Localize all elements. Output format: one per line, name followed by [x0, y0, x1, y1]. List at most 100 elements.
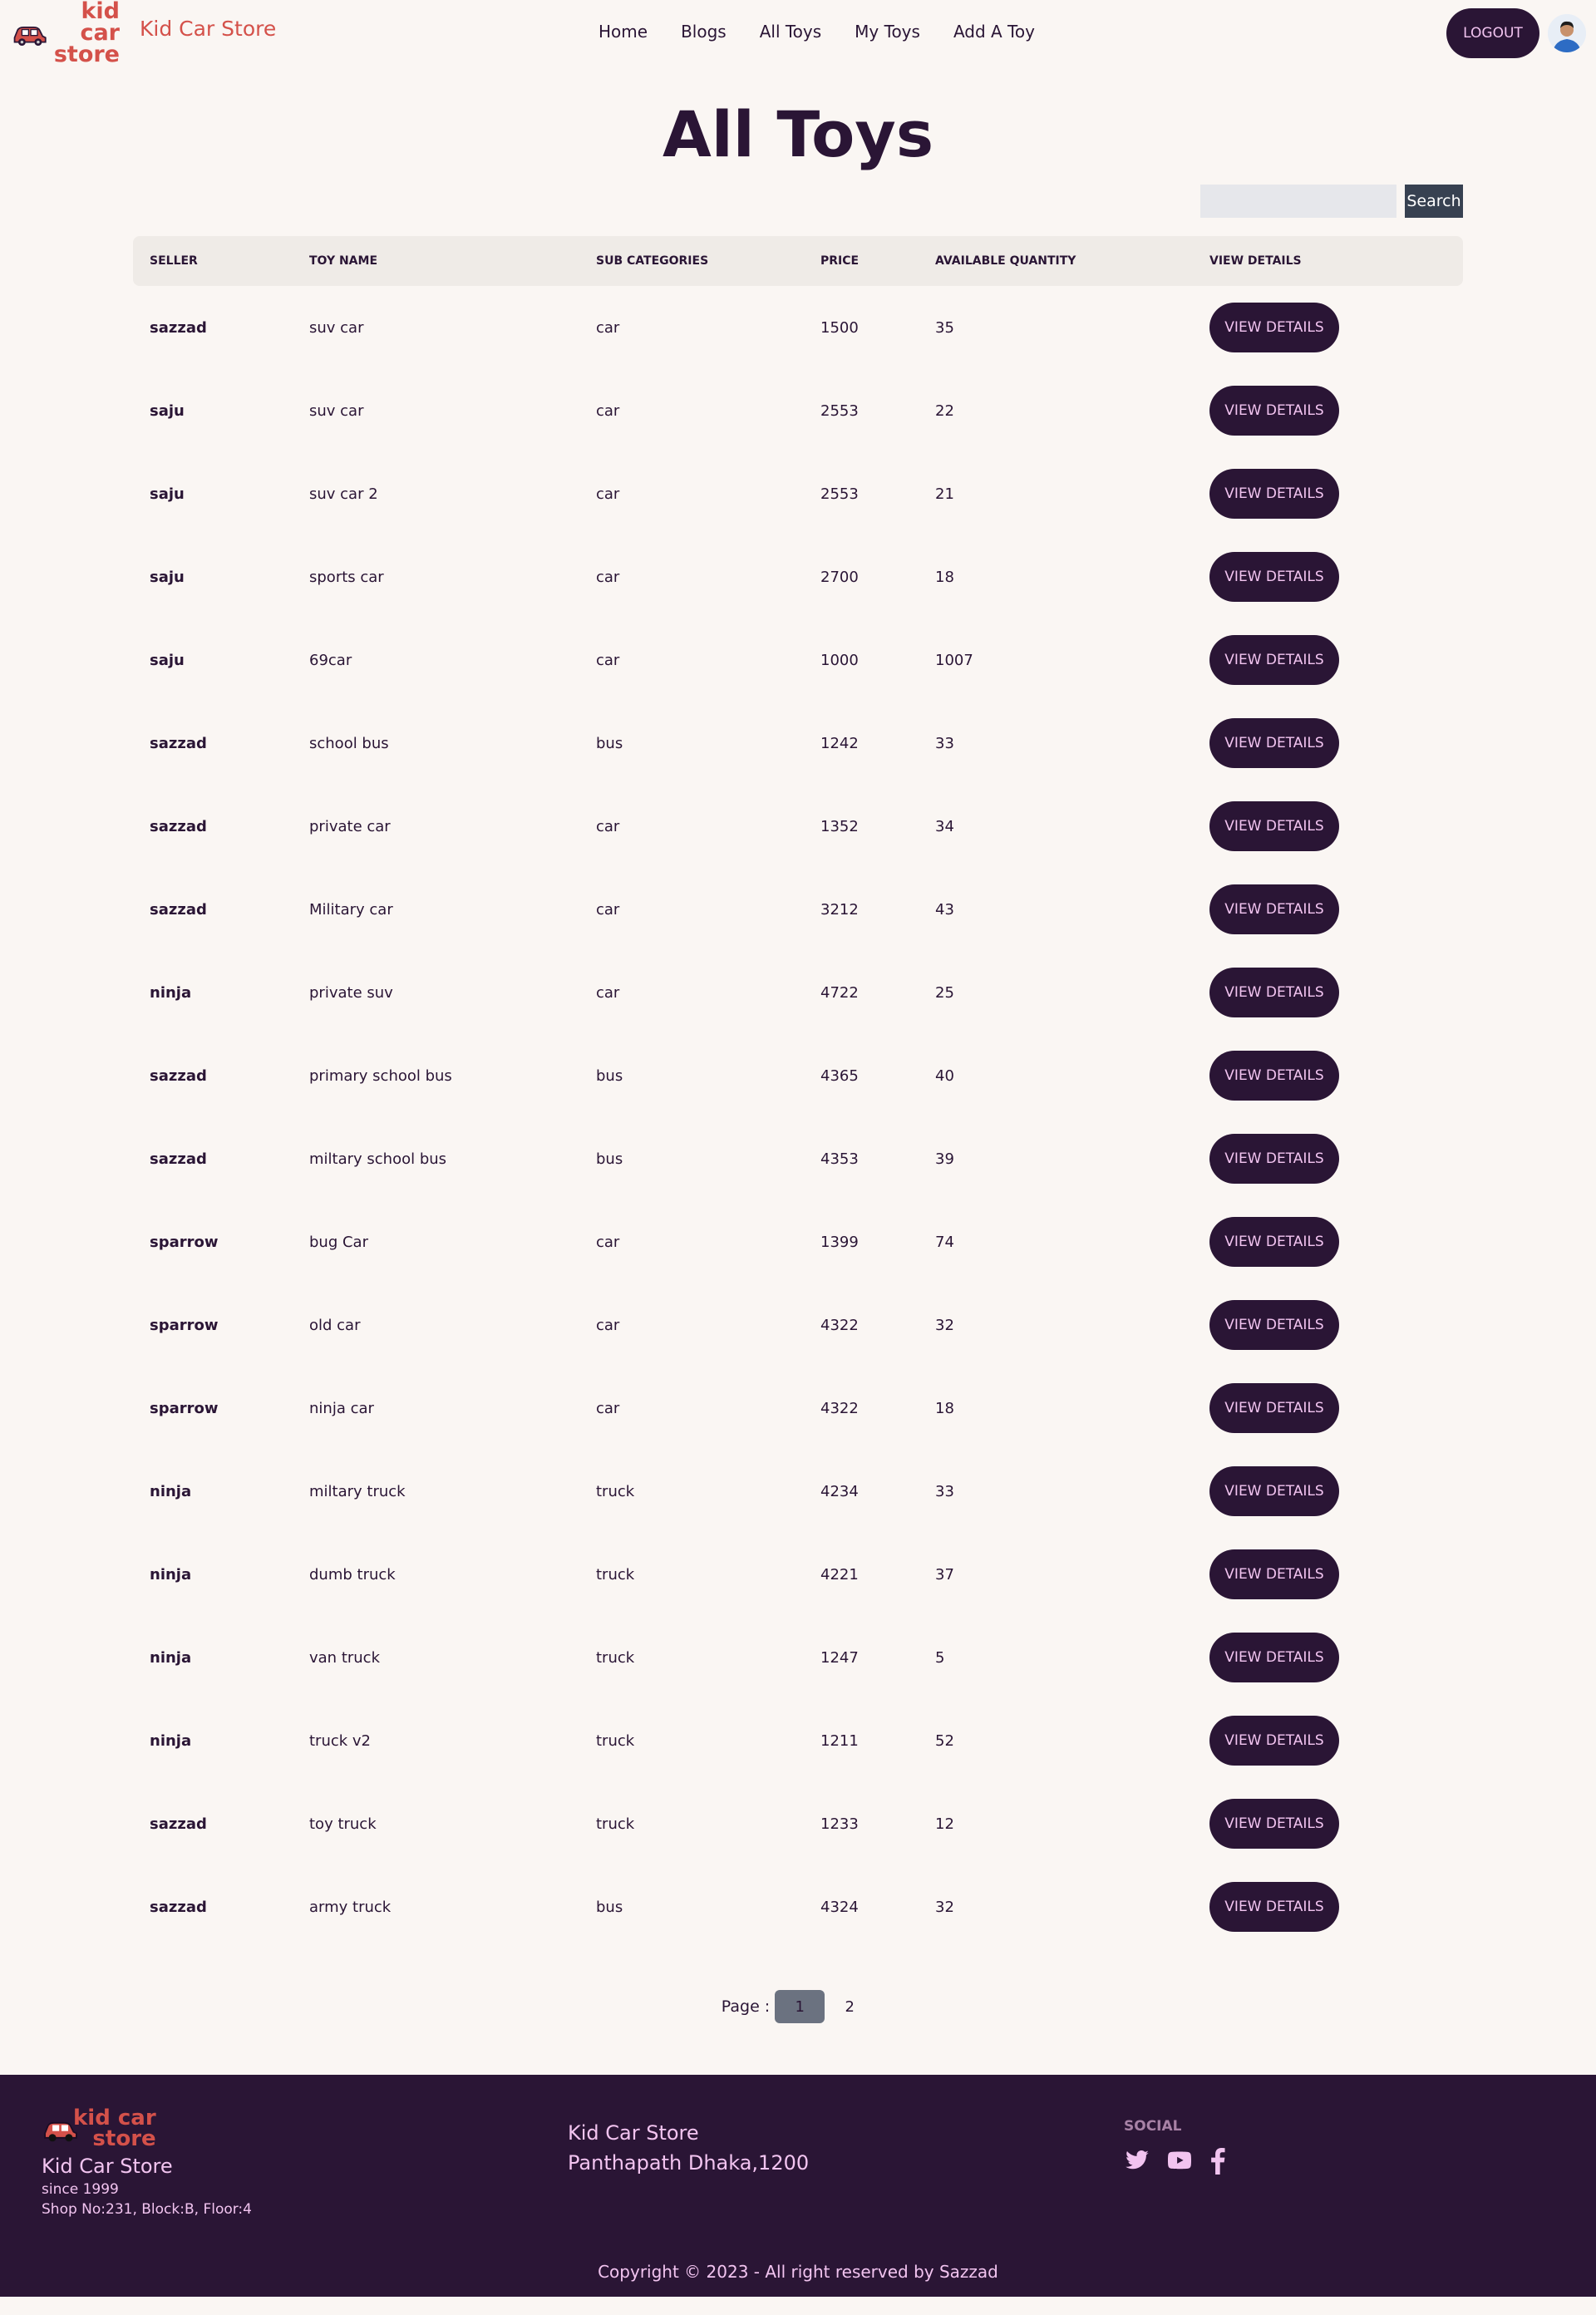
view-details-cell: VIEW DETAILS [1193, 868, 1463, 951]
seller-cell: ninja [150, 1648, 192, 1667]
toy-name-cell: sports car [309, 568, 384, 586]
view-details-button[interactable]: VIEW DETAILS [1209, 884, 1339, 934]
view-details-button[interactable]: VIEW DETAILS [1209, 1217, 1339, 1267]
toy-name-cell: van truck [309, 1648, 380, 1667]
footer-address: Kid Car Store Panthapath Dhaka,1200 [568, 2118, 809, 2178]
view-details-button[interactable]: VIEW DETAILS [1209, 552, 1339, 602]
table-header-row: SELLER TOY NAME SUB CATEGORIES PRICE AVA… [133, 236, 1463, 286]
table-row: saju suv car 2 car 2553 21 VIEW DETAILS [133, 452, 1463, 535]
youtube-icon[interactable] [1165, 2148, 1194, 2173]
toy-name-cell: school bus [309, 734, 389, 752]
table-row: sazzad toy truck truck 1233 12 VIEW DETAILS [133, 1782, 1463, 1865]
table-row: ninja miltary truck truck 4234 33 VIEW DETAIL… [133, 1450, 1463, 1533]
view-details-button[interactable]: VIEW DETAILS [1209, 303, 1339, 352]
view-details-button[interactable]: VIEW DETAILS [1209, 1882, 1339, 1932]
footer-logo: kid car store [42, 2107, 252, 2150]
table-row: sazzad primary school bus bus 4365 40 VIEW DE… [133, 1034, 1463, 1117]
quantity-cell: 74 [935, 1233, 954, 1251]
price-cell: 2553 [820, 401, 859, 420]
quantity-cell: 33 [935, 734, 954, 752]
nav-blogs[interactable]: Blogs [664, 22, 743, 42]
seller-cell: ninja [150, 1731, 192, 1750]
seller-cell: sazzad [150, 1815, 207, 1833]
view-details-button[interactable]: VIEW DETAILS [1209, 801, 1339, 851]
view-details-button[interactable]: VIEW DETAILS [1209, 968, 1339, 1017]
view-details-button[interactable]: VIEW DETAILS [1209, 1134, 1339, 1184]
page-button-1[interactable]: 1 [775, 1990, 825, 2023]
toy-name-cell: truck v2 [309, 1731, 372, 1750]
view-details-cell: VIEW DETAILS [1193, 1616, 1463, 1699]
price-cell: 1247 [820, 1648, 859, 1667]
sub-category-cell: car [596, 318, 620, 337]
toys-table-wrapper: SELLER TOY NAME SUB CATEGORIES PRICE AVA… [133, 236, 1463, 1948]
nav-home[interactable]: Home [582, 22, 664, 42]
table-row: sparrow ninja car car 4322 18 VIEW DETAILS [133, 1367, 1463, 1450]
table-row: ninja dumb truck truck 4221 37 VIEW DETAILS [133, 1533, 1463, 1616]
view-details-cell: VIEW DETAILS [1193, 951, 1463, 1034]
seller-cell: sazzad [150, 1150, 207, 1168]
view-details-cell: VIEW DETAILS [1193, 1533, 1463, 1616]
logout-button[interactable]: LOGOUT [1446, 8, 1539, 58]
brand[interactable]: kid car store Kid Car Store [12, 0, 276, 66]
view-details-cell: VIEW DETAILS [1193, 702, 1463, 785]
avatar[interactable] [1548, 14, 1586, 52]
pagination: Page : 1 2 [0, 1990, 1596, 2023]
view-details-button[interactable]: VIEW DETAILS [1209, 1633, 1339, 1682]
navbar: kid car store Kid Car Store Home Blogs A… [0, 0, 1596, 66]
page-button-2[interactable]: 2 [825, 1990, 874, 2023]
price-cell: 1399 [820, 1233, 859, 1251]
search-bar: Search [133, 185, 1463, 218]
view-details-button[interactable]: VIEW DETAILS [1209, 635, 1339, 685]
price-cell: 2553 [820, 485, 859, 503]
view-details-button[interactable]: VIEW DETAILS [1209, 1466, 1339, 1516]
view-details-button[interactable]: VIEW DETAILS [1209, 1549, 1339, 1599]
logo[interactable]: kid car store [12, 0, 120, 66]
view-details-button[interactable]: VIEW DETAILS [1209, 718, 1339, 768]
table-row: sazzad suv car car 1500 35 VIEW DETAILS [133, 286, 1463, 369]
table-row: sazzad Military car car 3212 43 VIEW DETAILS [133, 868, 1463, 951]
seller-cell: sparrow [150, 1399, 219, 1417]
view-details-cell: VIEW DETAILS [1193, 1283, 1463, 1367]
nav-my-toys[interactable]: My Toys [838, 22, 937, 42]
table-row: saju 69car car 1000 1007 VIEW DETAILS [133, 618, 1463, 702]
view-details-button[interactable]: VIEW DETAILS [1209, 1051, 1339, 1101]
toy-name-cell: miltary school bus [309, 1150, 447, 1168]
price-cell: 4221 [820, 1565, 859, 1584]
view-details-cell: VIEW DETAILS [1193, 1117, 1463, 1200]
col-price: PRICE [820, 254, 860, 268]
view-details-button[interactable]: VIEW DETAILS [1209, 386, 1339, 436]
toy-name-cell: Military car [309, 900, 393, 919]
view-details-button[interactable]: VIEW DETAILS [1209, 1799, 1339, 1849]
view-details-button[interactable]: VIEW DETAILS [1209, 469, 1339, 519]
nav-add-a-toy[interactable]: Add A Toy [937, 22, 1052, 42]
view-details-button[interactable]: VIEW DETAILS [1209, 1300, 1339, 1350]
sub-category-cell: bus [596, 734, 623, 752]
toy-name-cell: bug Car [309, 1233, 368, 1251]
social-icons [1124, 2148, 1227, 2175]
brand-name[interactable]: Kid Car Store [140, 17, 276, 41]
search-button[interactable]: Search [1405, 185, 1463, 218]
facebook-icon[interactable] [1209, 2148, 1227, 2175]
nav-all-toys[interactable]: All Toys [743, 22, 838, 42]
price-cell: 1233 [820, 1815, 859, 1833]
quantity-cell: 43 [935, 900, 954, 919]
sub-category-cell: car [596, 900, 620, 919]
quantity-cell: 18 [935, 568, 954, 586]
view-details-button[interactable]: VIEW DETAILS [1209, 1383, 1339, 1433]
quantity-cell: 32 [935, 1898, 954, 1916]
quantity-cell: 22 [935, 401, 954, 420]
sub-category-cell: car [596, 817, 620, 835]
col-toy-name: TOY NAME [309, 254, 378, 268]
quantity-cell: 34 [935, 817, 954, 835]
quantity-cell: 21 [935, 485, 954, 503]
price-cell: 4353 [820, 1150, 859, 1168]
seller-cell: ninja [150, 1565, 192, 1584]
view-details-button[interactable]: VIEW DETAILS [1209, 1716, 1339, 1766]
twitter-icon[interactable] [1124, 2148, 1150, 2173]
price-cell: 4722 [820, 983, 859, 1002]
quantity-cell: 40 [935, 1066, 954, 1085]
sub-category-cell: truck [596, 1648, 635, 1667]
view-details-cell: VIEW DETAILS [1193, 1450, 1463, 1533]
toy-name-cell: old car [309, 1316, 361, 1334]
search-input[interactable] [1200, 185, 1396, 218]
